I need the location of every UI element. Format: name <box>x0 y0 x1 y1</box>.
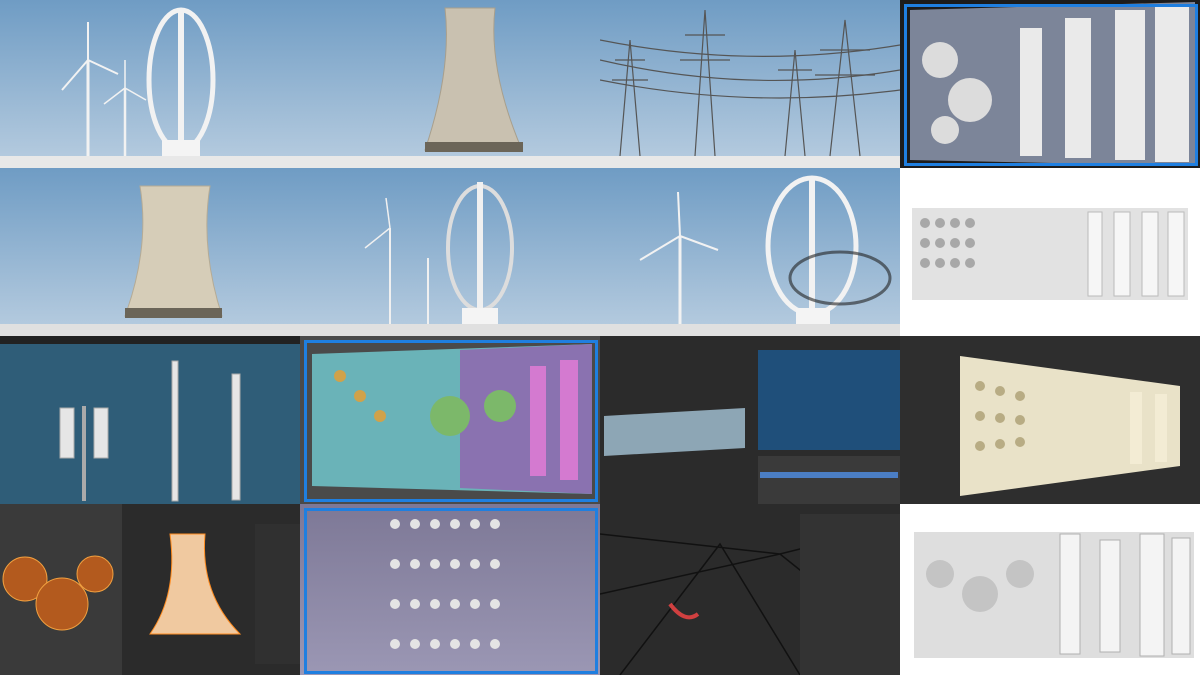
editor-viewport-icon <box>312 344 592 494</box>
tile-ornament-kit-white <box>900 168 1200 336</box>
relief-panel-icon <box>390 519 500 649</box>
editor-viewport-icon <box>0 336 300 502</box>
tile-ornament-grid-purple <box>300 504 600 675</box>
tile-blender-turbine-poles <box>0 336 300 504</box>
tile-ornament-wall-framed <box>900 0 1200 168</box>
tile-wind-turbines-sky <box>0 0 300 168</box>
tile-power-pylons-sky <box>600 0 900 168</box>
wind-turbine-icon <box>0 7 300 168</box>
tile-cooling-tower-2 <box>0 168 300 336</box>
cooling-tower-icon <box>0 185 300 336</box>
asset-collage <box>0 0 1200 675</box>
tile-cooling-tower-sky <box>300 0 600 168</box>
tile-ornament-columns-white <box>900 504 1200 675</box>
tile-turbines-shadow <box>600 168 900 336</box>
pylon-icon <box>600 9 900 168</box>
editor-viewport-icon <box>604 350 900 504</box>
wind-turbine-icon <box>300 182 600 336</box>
tile-blender-colored-ornaments <box>300 336 600 504</box>
tile-pylon-wireframe <box>600 504 900 675</box>
relief-panel-icon <box>910 2 1195 166</box>
editor-viewport-icon <box>0 504 300 675</box>
tile-vertical-turbine <box>300 168 600 336</box>
tile-ornament-perspective <box>900 336 1200 504</box>
tile-uv-editor-tower <box>0 504 300 675</box>
tile-blender-outliner <box>600 336 900 504</box>
relief-panel-icon <box>912 208 1188 300</box>
editor-viewport-icon <box>600 514 900 675</box>
cooling-tower-icon <box>300 7 600 168</box>
relief-panel-icon <box>914 532 1194 658</box>
relief-panel-icon <box>960 356 1180 496</box>
wind-turbine-icon <box>600 175 900 336</box>
